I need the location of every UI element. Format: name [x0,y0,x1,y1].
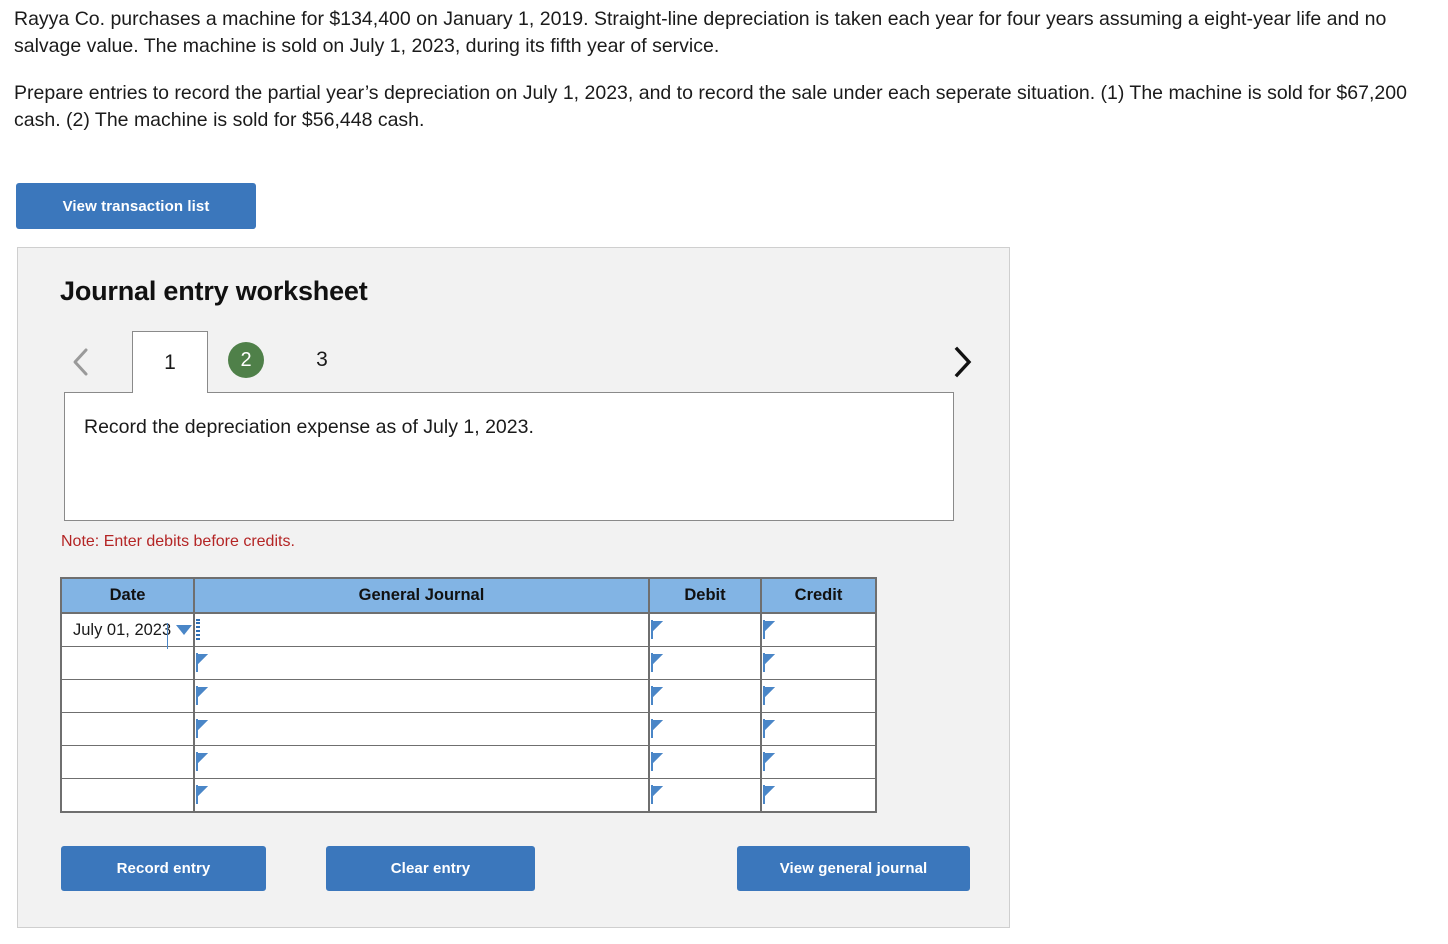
table-row: July 01, 2023 [60,612,877,649]
cell-general-journal-1[interactable] [166,612,650,649]
credit-input-2[interactable] [763,653,765,672]
cell-credit-3[interactable] [760,679,877,713]
tab-entry-3[interactable]: 3 [284,331,360,389]
general-journal-input-wrap-3 [195,686,648,706]
cell-credit-4[interactable] [760,712,877,746]
debit-input-wrap-4 [650,719,760,739]
cell-general-journal-6[interactable] [193,778,650,813]
cell-credit-1[interactable] [760,612,877,647]
cell-date-5[interactable] [60,745,195,779]
tab-entry-1-label: 1 [164,350,176,374]
column-header-date: Date [60,577,195,614]
cell-date-4[interactable] [60,712,195,746]
worksheet-tab-bar: 1 2 3 [44,331,989,393]
table-row [60,778,877,813]
problem-statement: Rayya Co. purchases a machine for $134,4… [14,6,1414,154]
credit-input-wrap-1 [762,620,875,640]
cell-date-2[interactable] [60,646,195,680]
debit-input-wrap-3 [650,686,760,706]
cell-debit-6[interactable] [648,778,762,813]
tab-entry-3-label: 3 [316,348,328,371]
credit-input-3[interactable] [763,686,765,705]
cell-general-journal-5[interactable] [193,745,650,779]
credit-input-wrap-5 [762,752,875,772]
credit-input-1[interactable] [763,620,765,639]
debit-input-wrap-2 [650,653,760,673]
debit-input-3[interactable] [651,686,653,705]
cell-debit-1[interactable] [648,612,762,647]
credit-input-wrap-4 [762,719,875,739]
credit-input-4[interactable] [763,719,765,738]
column-header-debit: Debit [648,577,762,614]
worksheet-title: Journal entry worksheet [60,276,368,306]
chevron-right-icon [951,345,973,379]
next-entry-button[interactable] [945,341,979,383]
chevron-left-icon [71,346,91,378]
general-journal-input-wrap-6 [195,785,648,805]
cell-debit-2[interactable] [648,646,762,680]
cell-credit-5[interactable] [760,745,877,779]
problem-paragraph-2: Prepare entries to record the partial ye… [14,82,1407,131]
problem-paragraph-1: Rayya Co. purchases a machine for $134,4… [14,8,1387,57]
clear-entry-button[interactable]: Clear entry [326,846,535,891]
general-journal-input-wrap-1 [166,619,648,649]
general-journal-input-6[interactable] [196,785,198,804]
entry-description-box: Record the depreciation expense as of Ju… [64,392,954,521]
prev-entry-button[interactable] [64,341,98,383]
table-row [60,646,877,680]
tab-entry-1[interactable]: 1 [132,331,208,393]
general-journal-input-wrap-4 [195,719,648,739]
text-caret [166,623,168,649]
general-journal-input-wrap-2 [195,653,648,673]
cell-date-1[interactable]: July 01, 2023 [60,612,195,647]
debit-input-2[interactable] [651,653,653,672]
record-entry-button[interactable]: Record entry [61,846,266,891]
cell-credit-2[interactable] [760,646,877,680]
general-journal-input-1[interactable] [166,619,200,649]
general-journal-input-3[interactable] [196,686,198,705]
journal-entry-table: Date General Journal Debit Credit July 0… [60,577,877,813]
debit-input-5[interactable] [651,752,653,771]
credit-input-5[interactable] [763,752,765,771]
tab-list: 1 2 3 [132,331,360,393]
cell-debit-5[interactable] [648,745,762,779]
cell-debit-4[interactable] [648,712,762,746]
debit-input-4[interactable] [651,719,653,738]
debit-input-6[interactable] [651,785,653,804]
credit-input-6[interactable] [763,785,765,804]
debit-input-1[interactable] [651,620,653,639]
table-row [60,745,877,779]
chevron-down-icon[interactable] [176,624,192,635]
cell-debit-3[interactable] [648,679,762,713]
credit-input-wrap-2 [762,653,875,673]
debit-input-wrap-6 [650,785,760,805]
cell-general-journal-4[interactable] [193,712,650,746]
cell-date-6[interactable] [60,778,195,813]
general-journal-input-2[interactable] [196,653,198,672]
view-transaction-list-button[interactable]: View transaction list [16,183,256,229]
debit-input-wrap-5 [650,752,760,772]
general-journal-input-5[interactable] [196,752,198,771]
debits-before-credits-note: Note: Enter debits before credits. [61,533,295,550]
view-general-journal-button[interactable]: View general journal [737,846,970,891]
general-journal-input-wrap-5 [195,752,648,772]
cell-general-journal-3[interactable] [193,679,650,713]
table-row [60,679,877,713]
cell-date-3[interactable] [60,679,195,713]
credit-input-wrap-3 [762,686,875,706]
table-header-row: Date General Journal Debit Credit [60,577,877,614]
credit-input-wrap-6 [762,785,875,805]
column-header-credit: Credit [760,577,877,614]
journal-entry-worksheet-panel: Journal entry worksheet 1 2 3 Record the… [17,247,1010,928]
table-row [60,712,877,746]
cell-general-journal-2[interactable] [193,646,650,680]
debit-input-wrap-1 [650,620,760,640]
general-journal-input-4[interactable] [196,719,198,738]
cell-credit-6[interactable] [760,778,877,813]
column-header-general-journal: General Journal [193,577,650,614]
tab-entry-2[interactable]: 2 [208,331,284,389]
tab-entry-2-badge: 2 [228,342,264,378]
entry-description-text: Record the depreciation expense as of Ju… [84,416,534,438]
